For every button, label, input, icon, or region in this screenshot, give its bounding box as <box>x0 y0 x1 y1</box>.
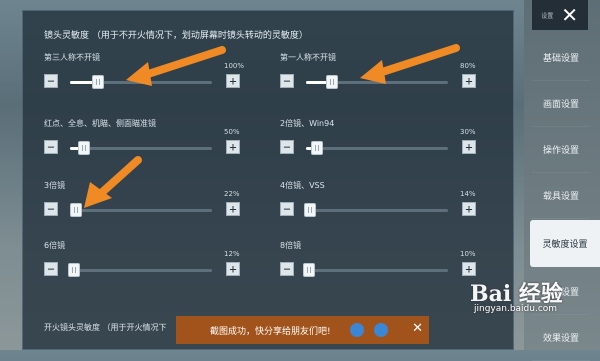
slider-track[interactable] <box>70 141 212 155</box>
qzone-icon[interactable] <box>374 323 388 337</box>
increase-button[interactable]: + <box>226 74 240 88</box>
sidebar-item-6[interactable]: 效果设置 <box>532 314 590 361</box>
decrease-button[interactable]: − <box>280 262 294 276</box>
decrease-button[interactable]: − <box>280 140 294 154</box>
increase-button[interactable]: + <box>226 202 240 216</box>
slider-label: 4倍镜、VSS <box>280 181 325 190</box>
slider-thumb[interactable] <box>68 263 81 277</box>
slider-track[interactable] <box>304 203 448 217</box>
slider-label: 6倍镜 <box>44 241 66 250</box>
toast-message: 截图成功，快分享给朋友们吧! <box>210 326 331 337</box>
slider-track[interactable] <box>68 263 212 277</box>
toast-close-icon[interactable]: ✕ <box>412 321 423 336</box>
decrease-button[interactable]: − <box>280 202 294 216</box>
close-icon[interactable]: ✕ <box>561 5 578 25</box>
slider-track[interactable] <box>306 141 448 155</box>
section-title: 镜头灵敏度 （用于不开火情况下，划动屏幕时镜头转动的灵敏度） <box>44 31 308 41</box>
increase-button[interactable]: + <box>462 140 476 154</box>
sidebar-item-2[interactable]: 操作设置 <box>532 126 590 173</box>
screenshot-toast: 截图成功，快分享给朋友们吧! ✕ <box>176 316 429 344</box>
decrease-button[interactable]: − <box>44 140 58 154</box>
slider-label: 红点、全息、机瞄、侧面瞄准镜 <box>44 119 156 128</box>
decrease-button[interactable]: − <box>280 74 294 88</box>
slider-thumb[interactable] <box>302 263 315 277</box>
slider-track[interactable] <box>302 263 448 277</box>
slider-thumb[interactable] <box>304 203 317 217</box>
watermark-url: jingyan.baidu.com <box>474 304 558 314</box>
sidebar-item-0[interactable]: 基础设置 <box>532 34 590 81</box>
decrease-button[interactable]: − <box>44 202 58 216</box>
slider-label: 8倍镜 <box>280 241 302 250</box>
voice-icon[interactable] <box>350 323 364 337</box>
slider-thumb[interactable] <box>311 141 324 155</box>
slider-value: 80% <box>460 62 476 70</box>
arrow-annotation-1 <box>126 46 226 86</box>
close-button[interactable]: 设置 ✕ <box>532 0 588 30</box>
slider-label: 第一人称不开镜 <box>280 53 336 62</box>
slider-thumb[interactable] <box>325 75 338 89</box>
slider-value: 14% <box>460 190 476 198</box>
slider-thumb[interactable] <box>78 141 91 155</box>
arrow-annotation-2 <box>360 44 460 84</box>
decrease-button[interactable]: − <box>44 262 58 276</box>
slider-label: 第三人称不开镜 <box>44 53 100 62</box>
slider-label: 2倍镜、Win94 <box>280 119 335 128</box>
increase-button[interactable]: + <box>226 140 240 154</box>
close-prefix: 设置 <box>541 12 554 20</box>
increase-button[interactable]: + <box>462 202 476 216</box>
slider-label: 3倍镜 <box>44 181 66 190</box>
slider-value: 10% <box>460 250 476 258</box>
increase-button[interactable]: + <box>462 262 476 276</box>
fire-sensitivity-title: 开火镜头灵敏度 （用于开火情况下 <box>44 323 167 332</box>
sidebar-item-1[interactable]: 画面设置 <box>532 80 590 127</box>
increase-button[interactable]: + <box>462 74 476 88</box>
sidebar-item-3[interactable]: 载具设置 <box>532 172 590 219</box>
sidebar-item-4[interactable]: 灵敏度设置 <box>530 220 600 267</box>
decrease-button[interactable]: − <box>44 74 58 88</box>
slider-value: 22% <box>224 190 240 198</box>
slider-value: 50% <box>224 128 240 136</box>
slider-thumb[interactable] <box>92 75 105 89</box>
slider-value: 30% <box>460 128 476 136</box>
slider-value: 12% <box>224 250 240 258</box>
arrow-annotation-3 <box>84 156 142 208</box>
increase-button[interactable]: + <box>226 262 240 276</box>
